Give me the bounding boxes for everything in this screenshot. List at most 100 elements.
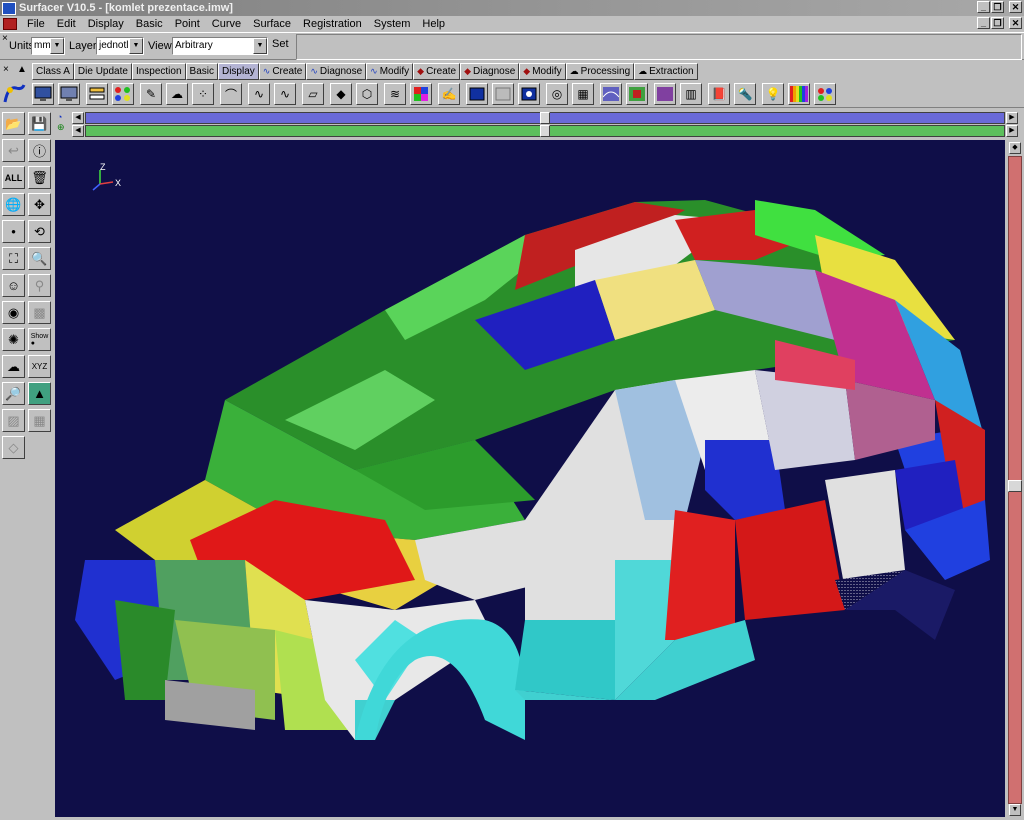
layers-select[interactable]: jednotliv ▼: [96, 37, 144, 55]
document-icon[interactable]: [3, 17, 17, 30]
surface-view-icon[interactable]: ▲: [28, 382, 51, 405]
toolbar-close-icon[interactable]: ×: [2, 33, 8, 44]
doc-close-button[interactable]: ✕: [1009, 17, 1022, 29]
vertical-slider-thumb[interactable]: [1008, 480, 1022, 492]
tab-curve-diagnose[interactable]: ∿ Diagnose: [306, 63, 367, 80]
surface-red-icon[interactable]: ◆: [330, 83, 352, 105]
target-icon[interactable]: ◎: [546, 83, 568, 105]
3d-viewport[interactable]: Z X: [55, 140, 1005, 817]
trash-icon[interactable]: 🗑: [28, 166, 51, 189]
menu-system[interactable]: System: [368, 18, 417, 30]
menu-basic[interactable]: Basic: [130, 18, 169, 30]
close-button[interactable]: ✕: [1009, 1, 1022, 13]
undo-icon[interactable]: ↩: [2, 139, 25, 162]
units-select[interactable]: mm ▼: [31, 37, 65, 55]
surface-outline-icon[interactable]: ⬡: [356, 83, 378, 105]
cloud-outline-icon[interactable]: ☁: [2, 355, 25, 378]
tab-inspection[interactable]: Inspection: [131, 63, 186, 80]
screen-gray-icon[interactable]: [492, 83, 514, 105]
zoom-icon[interactable]: 🔍: [28, 247, 51, 270]
tabbar-close-icon[interactable]: ×: [3, 64, 9, 75]
right-arrow-icon[interactable]: ▶: [1006, 125, 1018, 137]
disabled-shape-icon[interactable]: ◇: [2, 436, 25, 459]
palette-icon[interactable]: [814, 83, 836, 105]
tabbar-up-icon[interactable]: ▲: [17, 64, 27, 75]
left-arrow-icon[interactable]: ◀: [72, 112, 84, 124]
doc-restore-button[interactable]: ❐: [991, 17, 1004, 29]
info-icon[interactable]: ⓘ: [28, 139, 51, 162]
menu-point[interactable]: Point: [169, 18, 206, 30]
annotate-icon[interactable]: ✍: [438, 83, 460, 105]
point-icon[interactable]: •: [2, 220, 25, 243]
tab-curve-modify[interactable]: ∿ Modify: [366, 63, 414, 80]
deviation-map-icon[interactable]: [626, 83, 648, 105]
tab-curve-create[interactable]: ∿ Create: [258, 63, 307, 80]
menu-curve[interactable]: Curve: [206, 18, 247, 30]
spiral-icon[interactable]: ◉: [2, 301, 25, 324]
layers-icon[interactable]: [86, 83, 108, 105]
save-icon[interactable]: 💾: [28, 112, 51, 135]
views-select[interactable]: Arbitrary ▼: [172, 37, 268, 55]
slider-thumb[interactable]: [540, 125, 550, 137]
chevron-down-icon[interactable]: ▼: [50, 38, 64, 54]
tab-extraction[interactable]: ☁ Extraction: [634, 63, 698, 80]
measure-xyz-icon[interactable]: 🔎: [2, 382, 25, 405]
pick-icon[interactable]: ⚲: [28, 274, 51, 297]
curve-color-icon[interactable]: ∿: [274, 83, 296, 105]
slider-mode-icon[interactable]: ◔: [57, 112, 71, 122]
cloud-gray-icon[interactable]: ☁: [166, 83, 188, 105]
xyz-view-icon[interactable]: XYZ: [28, 355, 51, 378]
menu-registration[interactable]: Registration: [297, 18, 368, 30]
fit-view-icon[interactable]: ⛶: [2, 247, 25, 270]
screen-blue-icon[interactable]: [466, 83, 488, 105]
menu-file[interactable]: File: [21, 18, 51, 30]
monitor-shade-icon[interactable]: [58, 83, 80, 105]
surface-gray-icon[interactable]: ▱: [302, 83, 324, 105]
right-arrow-icon[interactable]: ▶: [1006, 112, 1018, 124]
menu-surface[interactable]: Surface: [247, 18, 297, 30]
down-arrow-icon[interactable]: ▼: [1009, 804, 1021, 816]
doc-minimize-button[interactable]: _: [977, 17, 990, 29]
menu-display[interactable]: Display: [82, 18, 130, 30]
vertical-slider[interactable]: ◆ ▼: [1006, 140, 1024, 817]
aperture-icon[interactable]: ✺: [2, 328, 25, 351]
tab-class-a[interactable]: Class A: [32, 63, 74, 80]
rotate-icon[interactable]: ⟲: [28, 220, 51, 243]
curvature-map-icon[interactable]: [600, 83, 622, 105]
screen-render-icon[interactable]: [518, 83, 540, 105]
cloud-points-icon[interactable]: ⁘: [192, 83, 214, 105]
slider-sync-icon[interactable]: ⊕: [57, 122, 71, 133]
disabled-tool-icon[interactable]: ▨: [2, 409, 25, 432]
tab-surface-diagnose[interactable]: ◆ Diagnose: [460, 63, 520, 80]
menu-help[interactable]: Help: [416, 18, 451, 30]
show-icon[interactable]: Show ●: [28, 328, 51, 351]
move-icon[interactable]: ✥: [28, 193, 51, 216]
grid-icon[interactable]: ▦: [572, 83, 594, 105]
tab-die-update[interactable]: Die Update: [73, 63, 132, 80]
curve-gray-icon[interactable]: ⌒: [220, 83, 242, 105]
histogram-icon[interactable]: ▥: [680, 83, 702, 105]
grid-pattern-icon[interactable]: ▩: [28, 301, 51, 324]
open-folder-icon[interactable]: 📂: [2, 112, 25, 135]
monitor-display-icon[interactable]: [32, 83, 54, 105]
surface-analysis-icon[interactable]: [654, 83, 676, 105]
set-button[interactable]: Set: [272, 38, 289, 50]
color-grid-icon[interactable]: [410, 83, 432, 105]
flashlight-icon[interactable]: 🔦: [734, 83, 756, 105]
left-arrow-icon[interactable]: ◀: [72, 125, 84, 137]
curve-diagnose-icon[interactable]: ∿: [248, 83, 270, 105]
minimize-button[interactable]: _: [977, 1, 990, 13]
tab-processing[interactable]: ☁ Processing: [565, 63, 635, 80]
light-bulb-icon[interactable]: 💡: [762, 83, 784, 105]
select-all-icon[interactable]: ALL: [2, 166, 25, 189]
globe-icon[interactable]: 🌐: [2, 193, 25, 216]
smiley-icon[interactable]: ☺: [2, 274, 25, 297]
command-field[interactable]: [296, 34, 1022, 60]
color-points-icon[interactable]: [112, 83, 134, 105]
up-arrow-icon[interactable]: ◆: [1009, 142, 1021, 154]
tab-basic[interactable]: Basic: [185, 63, 218, 80]
tab-surface-create[interactable]: ◆ Create: [413, 63, 461, 80]
menu-edit[interactable]: Edit: [51, 18, 82, 30]
tab-display[interactable]: Display: [217, 63, 259, 80]
restore-button[interactable]: ❐: [991, 1, 1004, 13]
